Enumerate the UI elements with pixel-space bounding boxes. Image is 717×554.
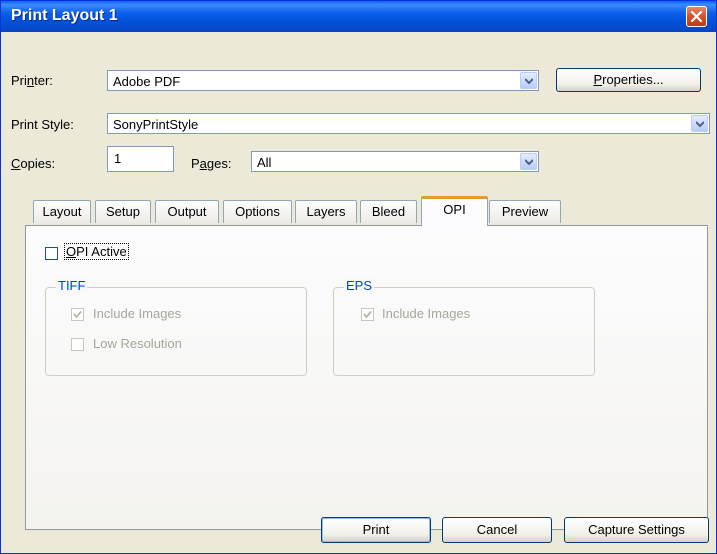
tab-preview[interactable]: Preview bbox=[489, 200, 561, 223]
copies-value: 1 bbox=[114, 151, 122, 166]
eps-include-images-checkbox[interactable] bbox=[361, 308, 374, 321]
pages-select[interactable]: All bbox=[251, 151, 539, 172]
print-style-select[interactable]: SonyPrintStyle bbox=[107, 113, 710, 134]
printer-label: Printer: bbox=[11, 73, 53, 88]
tab-options[interactable]: Options bbox=[223, 200, 292, 223]
tiff-include-images-label: Include Images bbox=[93, 306, 182, 321]
tiff-include-images-checkbox[interactable] bbox=[71, 308, 84, 321]
opi-active-checkbox[interactable] bbox=[45, 247, 58, 260]
tiff-group-title: TIFF bbox=[56, 278, 88, 293]
properties-button[interactable]: Properties... bbox=[556, 68, 701, 92]
tab-output[interactable]: Output bbox=[155, 200, 219, 223]
chevron-down-icon bbox=[525, 159, 533, 165]
copies-input[interactable]: 1 bbox=[107, 146, 174, 172]
tab-opi[interactable]: OPI bbox=[421, 196, 488, 226]
print-style-dropdown-arrow[interactable] bbox=[691, 115, 708, 132]
checkmark-icon bbox=[363, 310, 372, 319]
tiff-low-resolution-label: Low Resolution bbox=[93, 336, 182, 351]
chevron-down-icon bbox=[525, 78, 533, 84]
window-title: Print Layout 1 bbox=[11, 7, 118, 24]
opi-active-label[interactable]: OPI Active bbox=[64, 243, 129, 260]
tiff-low-resolution-checkbox[interactable] bbox=[71, 338, 84, 351]
tab-layout[interactable]: Layout bbox=[33, 200, 91, 223]
print-style-value: SonyPrintStyle bbox=[113, 117, 199, 132]
printer-select[interactable]: Adobe PDF bbox=[107, 70, 539, 91]
capture-settings-button[interactable]: Capture Settings bbox=[564, 517, 709, 543]
tab-setup[interactable]: Setup bbox=[95, 200, 151, 223]
print-style-label: Print Style: bbox=[11, 117, 74, 132]
printer-value: Adobe PDF bbox=[113, 74, 181, 89]
tab-layers[interactable]: Layers bbox=[295, 200, 357, 223]
pages-dropdown-arrow[interactable] bbox=[520, 153, 537, 170]
eps-include-images-label: Include Images bbox=[382, 306, 471, 321]
pages-label: Pages: bbox=[191, 156, 232, 171]
tab-bleed[interactable]: Bleed bbox=[360, 200, 417, 223]
print-button[interactable]: Print bbox=[321, 517, 431, 543]
title-bar[interactable]: Print Layout 1 bbox=[1, 1, 716, 32]
tiff-groupbox bbox=[45, 287, 307, 376]
close-button[interactable] bbox=[686, 6, 707, 27]
copies-label: Copies: bbox=[11, 156, 56, 171]
close-icon bbox=[690, 10, 703, 23]
pages-value: All bbox=[257, 155, 272, 170]
chevron-down-icon bbox=[696, 121, 704, 127]
eps-group-title: EPS bbox=[344, 278, 375, 293]
printer-dropdown-arrow[interactable] bbox=[520, 72, 537, 89]
cancel-button[interactable]: Cancel bbox=[442, 517, 552, 543]
print-layout-dialog: Print Layout 1 Printer: Adobe PDF Proper… bbox=[0, 0, 717, 554]
eps-groupbox bbox=[333, 287, 595, 376]
opi-tab-panel: OPI Active TIFF Include Images Low Resol… bbox=[25, 225, 708, 530]
checkmark-icon bbox=[73, 310, 82, 319]
